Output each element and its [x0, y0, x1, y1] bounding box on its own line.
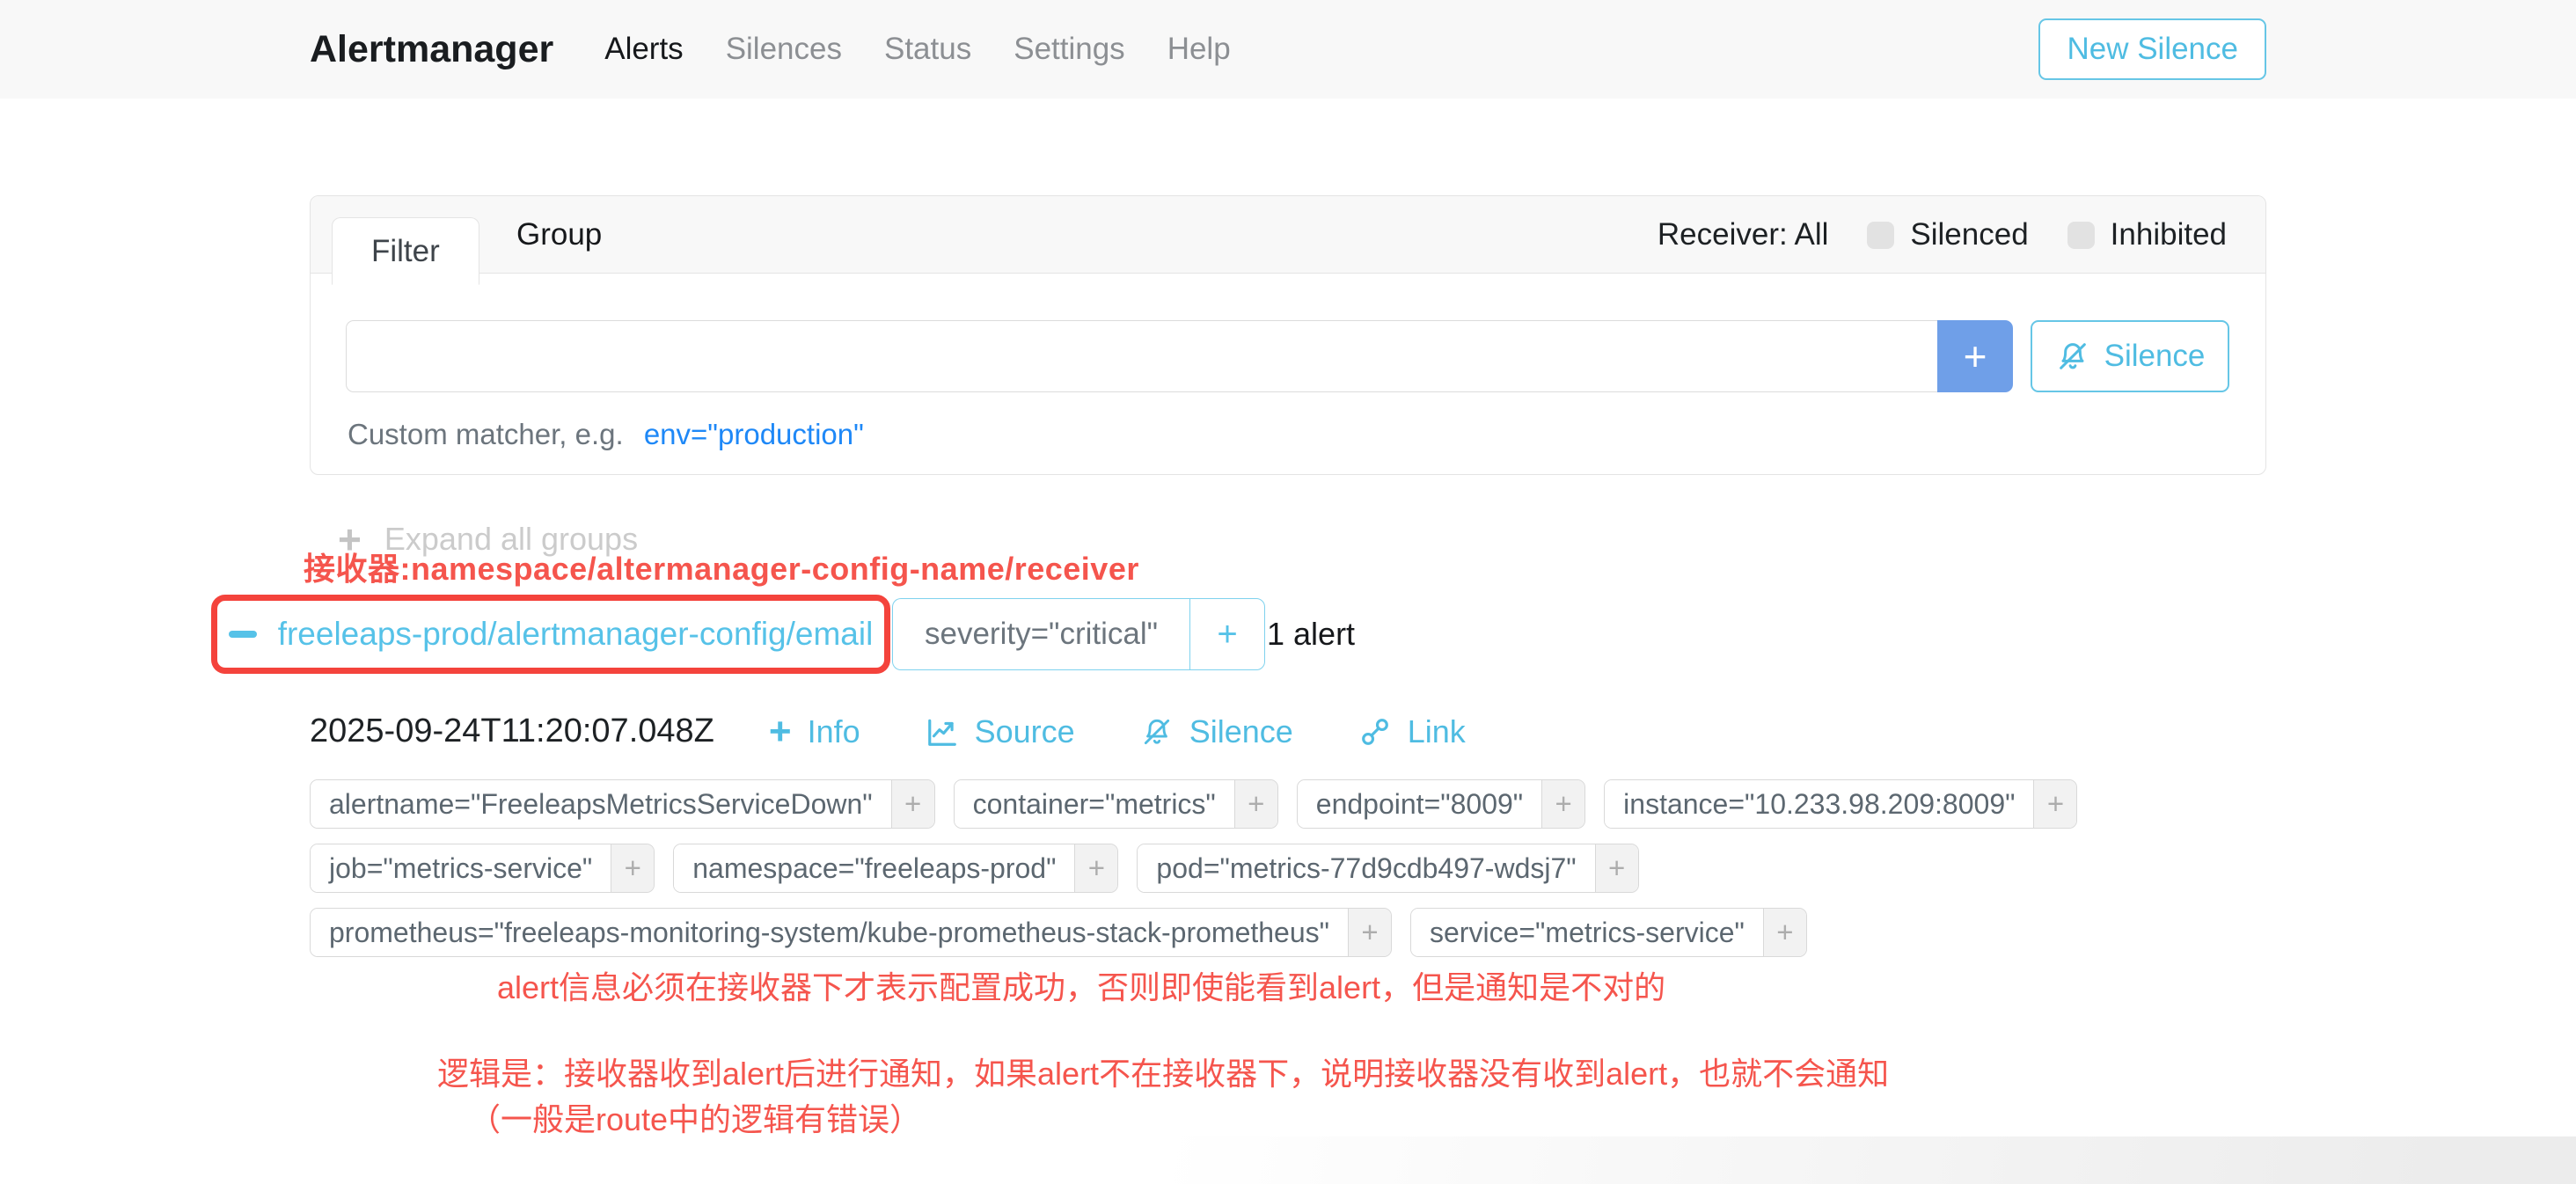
- bottom-edge-shading: [0, 1136, 2576, 1184]
- label-tag-add-button[interactable]: +: [1764, 909, 1806, 956]
- alert-header-row: 2025-09-24T11:20:07.048Z + Info Source: [310, 713, 1466, 750]
- receiver-group-label: freeleaps-prod/alertmanager-config/email: [278, 616, 874, 653]
- label-tag: endpoint="8009" +: [1297, 779, 1585, 829]
- bell-slash-icon: [2055, 339, 2090, 374]
- matcher-input[interactable]: [346, 320, 1937, 392]
- label-row: job="metrics-service" + namespace="freel…: [310, 844, 2077, 893]
- source-link[interactable]: Source: [926, 713, 1075, 750]
- nav-item-status[interactable]: Status: [884, 32, 971, 67]
- collapse-minus-icon: [229, 631, 257, 638]
- label-tag-add-button[interactable]: +: [1075, 844, 1117, 892]
- silenced-checkbox-group[interactable]: Silenced: [1867, 217, 2028, 252]
- label-tag-text: instance="10.233.98.209:8009": [1605, 780, 2034, 828]
- label-tag: service="metrics-service" +: [1410, 908, 1807, 957]
- label-tag: instance="10.233.98.209:8009" +: [1604, 779, 2077, 829]
- label-tag-add-button[interactable]: +: [892, 780, 934, 828]
- receiver-dropdown[interactable]: Receiver: All: [1658, 217, 1829, 252]
- label-tag: pod="metrics-77d9cdb497-wdsj7" +: [1137, 844, 1638, 893]
- label-tag: namespace="freeleaps-prod" +: [673, 844, 1118, 893]
- link-icon: [1358, 715, 1392, 749]
- annotation-receiver-note: 接收器:namespace/altermanager-config-name/r…: [304, 544, 1139, 589]
- tab-filter[interactable]: Filter: [332, 217, 479, 285]
- receiver-group-button-highlighted[interactable]: freeleaps-prod/alertmanager-config/email: [211, 595, 890, 674]
- annotation-line-3: （一般是route中的逻辑有错误）: [469, 1094, 921, 1140]
- silenced-label: Silenced: [1910, 217, 2028, 252]
- label-tag-add-button[interactable]: +: [611, 844, 654, 892]
- alert-labels: alertname="FreeleapsMetricsServiceDown" …: [310, 779, 2077, 957]
- label-tag-text: job="metrics-service": [311, 844, 611, 892]
- matcher-helper-text: Custom matcher, e.g.: [348, 418, 624, 450]
- group-matcher-add-button[interactable]: +: [1189, 598, 1265, 670]
- alertmanager-page: Alertmanager Alerts Silences Status Sett…: [0, 0, 2576, 1184]
- group-matcher-text[interactable]: severity="critical": [892, 598, 1189, 670]
- label-tag-text: prometheus="freeleaps-monitoring-system/…: [311, 909, 1349, 956]
- new-silence-button[interactable]: New Silence: [2038, 18, 2266, 80]
- silence-button-label: Silence: [2104, 339, 2206, 374]
- label-tag-text: pod="metrics-77d9cdb497-wdsj7": [1138, 844, 1595, 892]
- alert-count: 1 alert: [1267, 598, 1355, 670]
- nav-item-help[interactable]: Help: [1167, 32, 1231, 67]
- annotation-line-1: alert信息必须在接收器下才表示配置成功，否则即使能看到alert，但是通知是…: [497, 962, 1665, 1008]
- source-label: Source: [975, 713, 1075, 750]
- nav-item-settings[interactable]: Settings: [1014, 32, 1124, 67]
- app-title[interactable]: Alertmanager: [310, 28, 553, 71]
- label-row: alertname="FreeleapsMetricsServiceDown" …: [310, 779, 2077, 829]
- silenced-checkbox[interactable]: [1867, 222, 1894, 249]
- permalink-button[interactable]: Link: [1358, 713, 1466, 750]
- alert-actions: + Info Source Silence: [769, 713, 1466, 750]
- alert-silence-button[interactable]: Silence: [1140, 713, 1293, 750]
- matcher-input-group: +: [346, 320, 2013, 392]
- info-label: Info: [808, 713, 860, 750]
- filter-card-header: Filter Group Receiver: All Silenced Inhi…: [311, 196, 2265, 274]
- matcher-helper: Custom matcher, e.g. env="production": [348, 418, 864, 451]
- add-matcher-button[interactable]: +: [1937, 320, 2013, 392]
- silence-label: Silence: [1189, 713, 1293, 750]
- label-tag-add-button[interactable]: +: [1235, 780, 1277, 828]
- label-tag-text: container="metrics": [955, 780, 1235, 828]
- label-tag: container="metrics" +: [954, 779, 1278, 829]
- inhibited-label: Inhibited: [2111, 217, 2227, 252]
- tab-group[interactable]: Group: [481, 196, 637, 274]
- link-label: Link: [1408, 713, 1466, 750]
- label-tag: alertname="FreeleapsMetricsServiceDown" …: [310, 779, 935, 829]
- label-tag-text: service="metrics-service": [1411, 909, 1764, 956]
- bell-slash-icon: [1140, 715, 1174, 749]
- silence-button[interactable]: Silence: [2031, 320, 2229, 392]
- group-matcher-chip: severity="critical" +: [892, 598, 1265, 670]
- nav-item-silences[interactable]: Silences: [726, 32, 842, 67]
- chart-icon: [926, 715, 959, 749]
- annotation-line-2: 逻辑是：接收器收到alert后进行通知，如果alert不在接收器下，说明接收器没…: [437, 1049, 1889, 1094]
- label-tag-text: alertname="FreeleapsMetricsServiceDown": [311, 780, 892, 828]
- label-tag: prometheus="freeleaps-monitoring-system/…: [310, 908, 1392, 957]
- filter-card: Filter Group Receiver: All Silenced Inhi…: [310, 195, 2266, 475]
- label-tag: job="metrics-service" +: [310, 844, 655, 893]
- inhibited-checkbox-group[interactable]: Inhibited: [2067, 217, 2227, 252]
- label-tag-text: namespace="freeleaps-prod": [674, 844, 1075, 892]
- navbar: Alertmanager Alerts Silences Status Sett…: [0, 0, 2576, 99]
- nav-links: Alerts Silences Status Settings Help: [604, 32, 1230, 67]
- label-row: prometheus="freeleaps-monitoring-system/…: [310, 908, 2077, 957]
- plus-icon: +: [769, 716, 792, 748]
- label-tag-add-button[interactable]: +: [1596, 844, 1638, 892]
- nav-item-alerts[interactable]: Alerts: [604, 32, 683, 67]
- matcher-example-link[interactable]: env="production": [644, 418, 864, 450]
- label-tag-add-button[interactable]: +: [1542, 780, 1584, 828]
- filter-options: Receiver: All Silenced Inhibited: [1658, 196, 2227, 274]
- alert-timestamp: 2025-09-24T11:20:07.048Z: [310, 713, 714, 750]
- label-tag-add-button[interactable]: +: [1349, 909, 1391, 956]
- info-button[interactable]: + Info: [769, 713, 860, 750]
- label-tag-text: endpoint="8009": [1298, 780, 1542, 828]
- label-tag-add-button[interactable]: +: [2034, 780, 2076, 828]
- inhibited-checkbox[interactable]: [2067, 222, 2095, 249]
